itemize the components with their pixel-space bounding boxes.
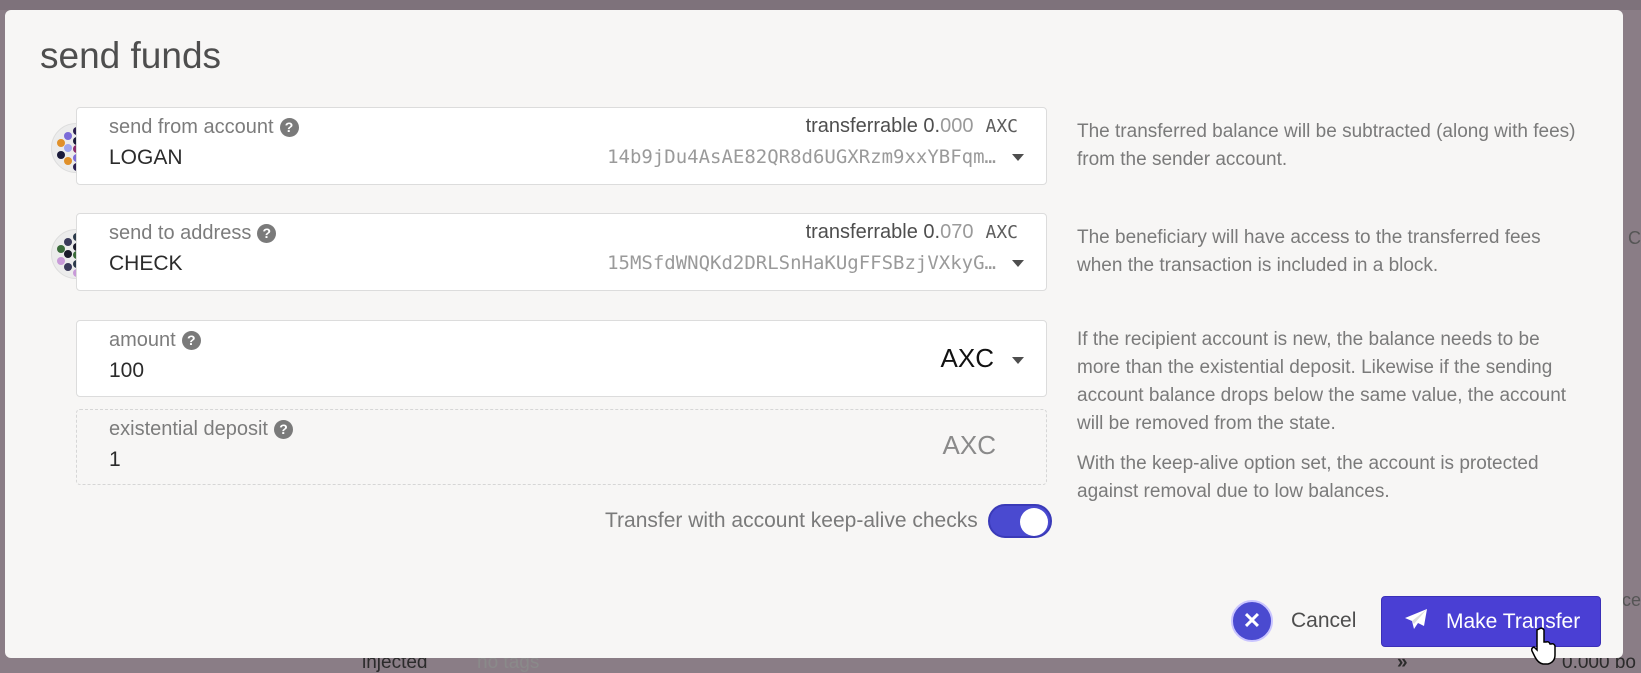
amount-input[interactable]: 100 — [109, 359, 144, 383]
chevron-down-icon[interactable] — [1012, 260, 1024, 267]
amount-help-text: If the recipient account is new, the bal… — [1077, 329, 1567, 434]
send-from-account-label: send from account? — [109, 116, 299, 139]
amount-unit-selector[interactable]: AXC — [941, 343, 994, 374]
send-icon — [1404, 608, 1428, 636]
from-account-address: 14b9jDu4AsAE82QR8d6UGXRzm9xxYBFqm… — [607, 146, 996, 168]
existential-deposit-field: existential deposit? 1 AXC — [76, 409, 1047, 485]
toggle-knob — [1020, 508, 1048, 536]
cancel-button[interactable]: ✕ Cancel — [1231, 599, 1356, 643]
keep-alive-label: Transfer with account keep-alive checks — [605, 509, 978, 532]
existential-deposit-value: 1 — [109, 448, 121, 471]
amount-field[interactable]: amount? 100 AXC — [76, 320, 1047, 397]
make-transfer-button[interactable]: Make Transfer — [1381, 596, 1601, 647]
from-account-name: LOGAN — [109, 146, 183, 169]
background-strip — [0, 0, 1641, 10]
keep-alive-toggle[interactable] — [988, 504, 1052, 538]
help-icon[interactable]: ? — [257, 224, 277, 243]
send-to-address-field[interactable]: send to address? transferrable 0.070 AXC … — [76, 213, 1047, 291]
from-help-text: The transferred balance will be subtract… — [1077, 121, 1576, 170]
from-transferrable-balance: transferrable 0.000 AXC — [805, 115, 1018, 137]
send-from-account-field[interactable]: send from account? transferrable 0.000 AX… — [76, 107, 1047, 185]
to-transferrable-balance: transferrable 0.070 AXC — [805, 221, 1018, 243]
send-funds-modal: send funds send from account? transferra… — [5, 10, 1623, 658]
to-account-name: CHECK — [109, 252, 183, 275]
to-help-text: The beneficiary will have access to the … — [1077, 227, 1541, 276]
to-account-address: 15MSfdWNQKd2DRLSnHaKUgFFSBzjVXkyG… — [607, 252, 996, 274]
chevron-down-icon[interactable] — [1012, 357, 1024, 364]
modal-title: send funds — [40, 35, 222, 76]
close-icon: ✕ — [1231, 600, 1273, 642]
amount-label: amount? — [109, 329, 201, 352]
help-icon[interactable]: ? — [181, 331, 201, 350]
hand-cursor-icon — [1531, 627, 1556, 665]
help-icon[interactable]: ? — [273, 420, 293, 439]
send-to-address-label: send to address? — [109, 222, 277, 245]
existential-deposit-unit: AXC — [942, 430, 996, 460]
help-icon[interactable]: ? — [279, 118, 299, 137]
chevron-down-icon[interactable] — [1012, 154, 1024, 161]
keep-alive-help-text: With the keep-alive option set, the acco… — [1077, 453, 1539, 502]
existential-deposit-label: existential deposit? — [109, 418, 293, 441]
